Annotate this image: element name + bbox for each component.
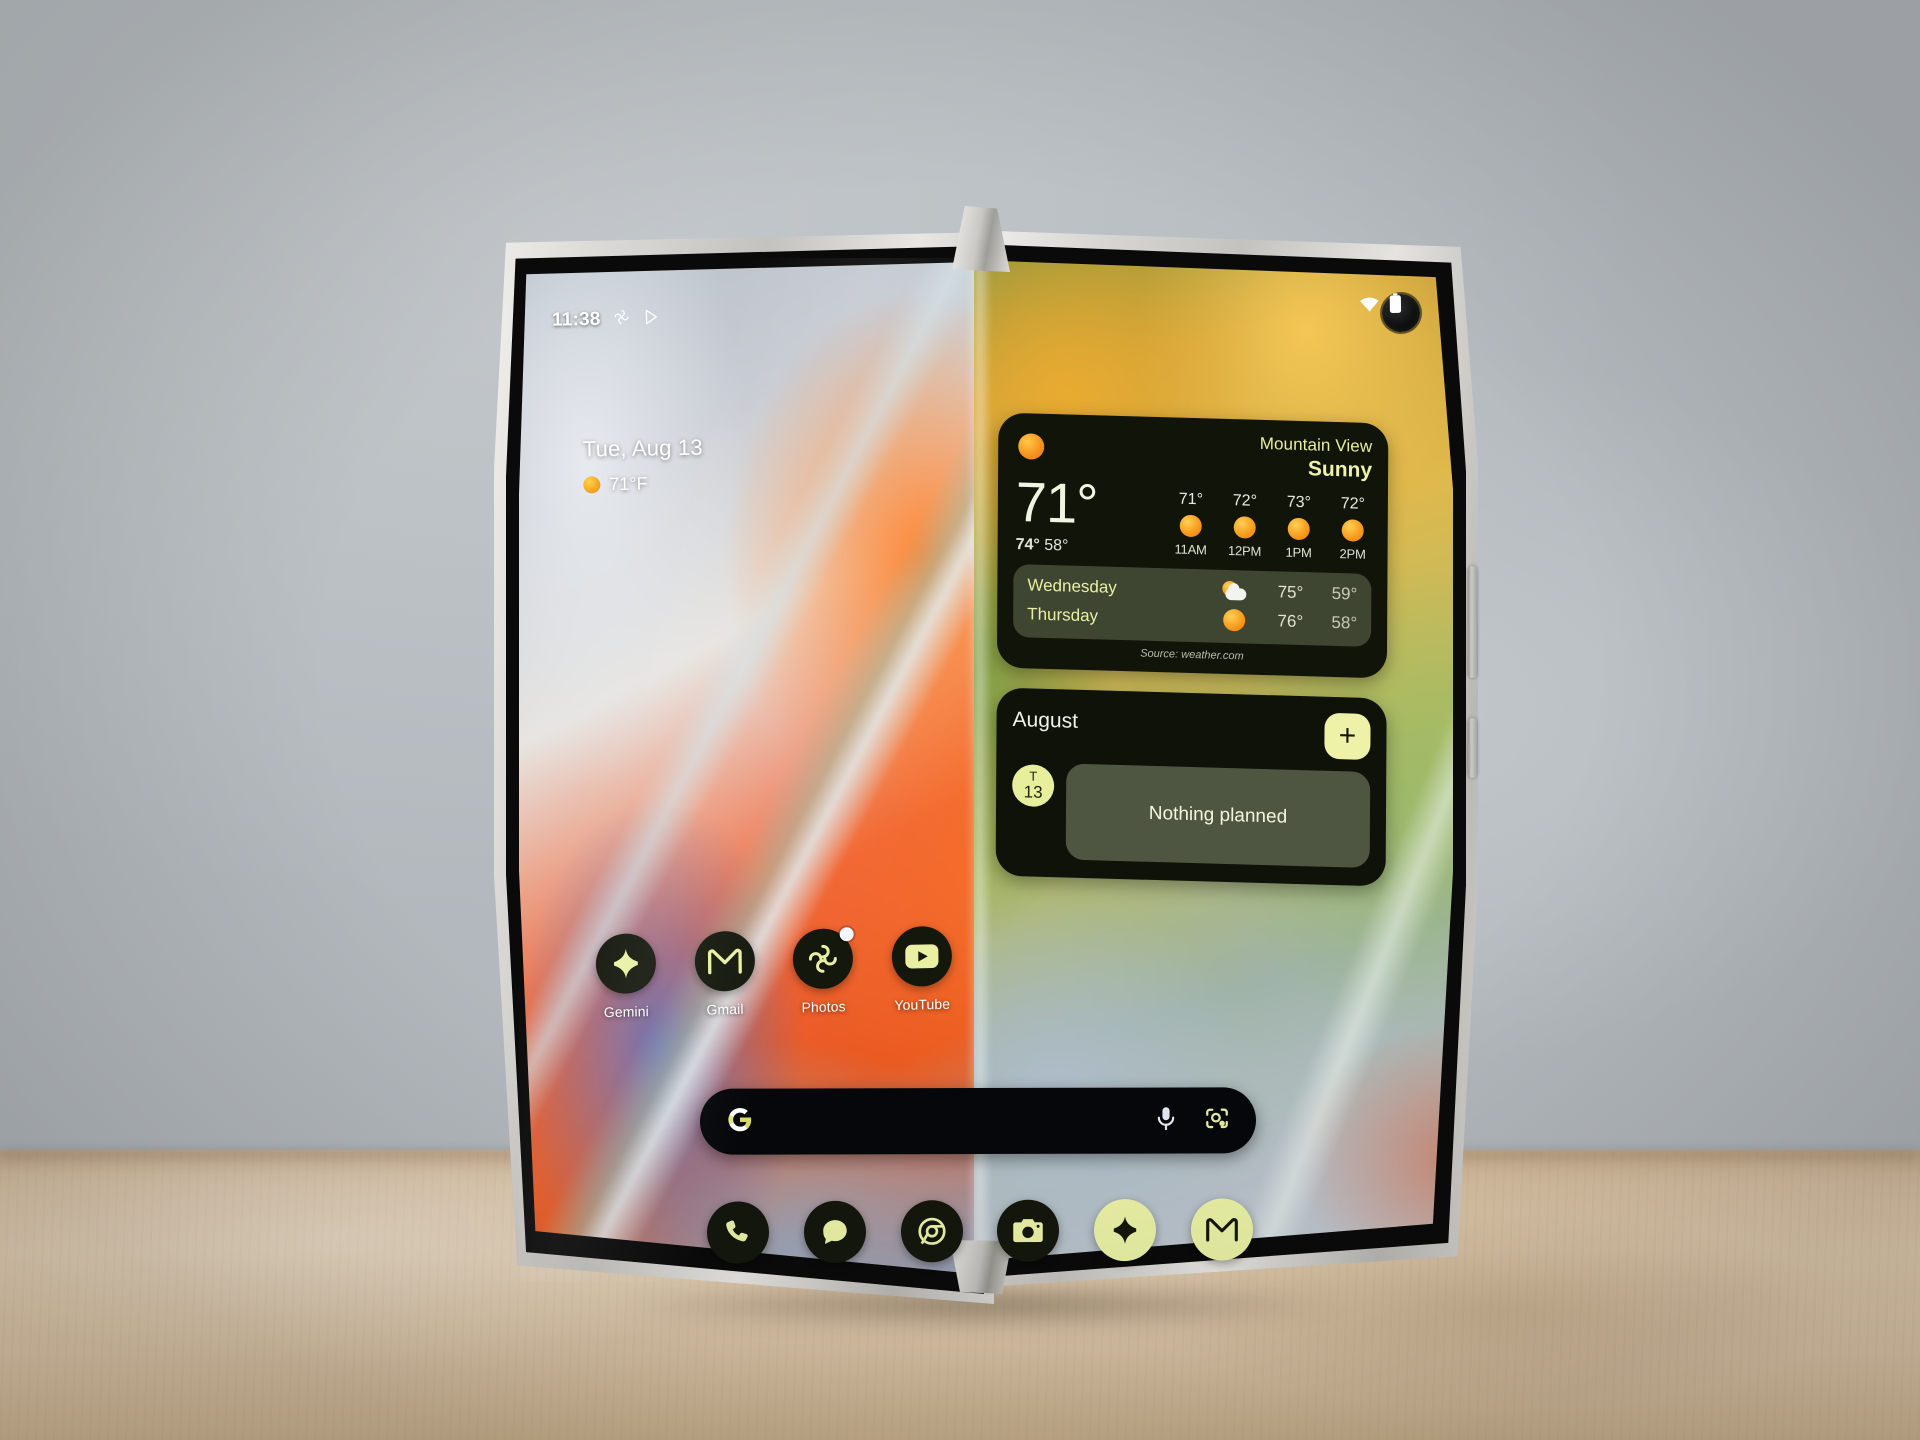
sun-icon: [583, 476, 601, 494]
google-search-bar[interactable]: [700, 1087, 1256, 1155]
volume-button[interactable]: [1468, 566, 1477, 678]
wifi-icon: [1359, 295, 1380, 317]
sun-icon: [1341, 519, 1364, 542]
hourly-label: 2PM: [1339, 545, 1366, 562]
play-store-icon: [641, 307, 659, 330]
calendar-empty-state[interactable]: Nothing planned: [1065, 763, 1371, 868]
weather-high: 74°: [1015, 535, 1040, 554]
hinge-top: [952, 206, 1010, 272]
glance-date: Tue, Aug 13: [582, 434, 703, 462]
photos-icon[interactable]: [792, 927, 855, 990]
hourly-forecast-item: 72° 12PM: [1218, 492, 1272, 560]
calendar-widget[interactable]: August + T 13 Nothing planned: [995, 687, 1387, 887]
hourly-temp: 72°: [1340, 495, 1366, 513]
hourly-label: 12PM: [1227, 542, 1262, 559]
calendar-month: August: [1012, 707, 1079, 733]
messages-icon[interactable]: [803, 1200, 866, 1264]
battery-icon: [1389, 293, 1402, 319]
app-label: Gmail: [706, 1000, 744, 1018]
photo-scene: 11:38 Tue, Aug 13 71°F Mountain View Sun…: [0, 0, 1920, 1440]
daily-high: 76°: [1277, 611, 1304, 631]
gmail-icon[interactable]: [694, 930, 755, 992]
chrome-icon[interactable]: [900, 1200, 963, 1263]
gemini-icon[interactable]: [1093, 1198, 1156, 1262]
hourly-forecast-item: 71° 11AM: [1164, 490, 1218, 558]
daily-low: 58°: [1331, 612, 1358, 633]
sun-icon: [1179, 514, 1202, 538]
app-label: Gemini: [603, 1003, 649, 1021]
glance-temperature: 71°F: [609, 473, 648, 495]
youtube-icon[interactable]: [891, 925, 953, 988]
daily-low: 59°: [1331, 583, 1358, 604]
sun-icon: [1219, 608, 1249, 632]
microphone-icon[interactable]: [1154, 1105, 1178, 1136]
weather-low: 58°: [1044, 536, 1069, 555]
gmail-icon[interactable]: [1190, 1198, 1253, 1261]
status-bar-clock: 11:38: [551, 308, 601, 331]
camera-icon[interactable]: [997, 1199, 1060, 1262]
app-photos[interactable]: Photos: [783, 927, 864, 1016]
app-icon-row: Gemini Gmail Photos YouTube: [586, 925, 963, 1020]
calendar-day-chip[interactable]: T 13: [1012, 763, 1055, 808]
daily-day-name: Thursday: [1027, 604, 1099, 626]
hourly-label: 1PM: [1285, 544, 1312, 561]
sun-icon: [1018, 433, 1045, 460]
weather-condition: Sunny: [1307, 457, 1373, 483]
notification-badge: [839, 927, 855, 942]
weather-widget[interactable]: Mountain View Sunny 71° 74° 58° 71° 11AM…: [996, 412, 1389, 679]
photos-icon: [611, 307, 630, 331]
gemini-icon[interactable]: [595, 932, 657, 995]
weather-source: Source: weather.com: [1140, 647, 1244, 663]
daily-high: 75°: [1277, 582, 1304, 602]
calendar-day-letter: T: [1029, 768, 1038, 784]
hourly-forecast-item: 72° 2PM: [1326, 495, 1380, 563]
hourly-forecast-list: 71° 11AM 72° 12PM 73° 1PM 72° 2PM: [1164, 490, 1380, 564]
hourly-temp: 71°: [1178, 490, 1204, 509]
app-label: Photos: [801, 998, 846, 1016]
google-g-icon: [726, 1105, 754, 1138]
dock: [690, 1198, 1270, 1264]
sun-icon: [1287, 517, 1310, 541]
app-gemini[interactable]: Gemini: [586, 932, 667, 1021]
hourly-temp: 73°: [1286, 493, 1312, 512]
add-event-button[interactable]: +: [1324, 712, 1371, 760]
sun-behind-cloud-icon: [1219, 580, 1249, 602]
app-label: YouTube: [894, 995, 951, 1014]
weather-city: Mountain View: [1259, 433, 1373, 457]
google-lens-icon[interactable]: [1204, 1105, 1230, 1136]
hourly-label: 11AM: [1174, 541, 1207, 558]
foldable-phone-device: 11:38 Tue, Aug 13 71°F Mountain View Sun…: [0, 0, 1920, 1440]
at-a-glance-widget[interactable]: Tue, Aug 13 71°F: [583, 431, 904, 495]
calendar-day-number: 13: [1023, 782, 1043, 802]
weather-current-temp: 71°: [1015, 470, 1098, 536]
power-button[interactable]: [1468, 718, 1477, 778]
daily-day-name: Wednesday: [1027, 575, 1117, 597]
hourly-temp: 72°: [1232, 491, 1258, 510]
app-youtube[interactable]: YouTube: [882, 925, 963, 1013]
daily-forecast-list: Wednesday 75° 59° Thursday 76° 58°: [1013, 563, 1372, 647]
phone-icon[interactable]: [707, 1201, 770, 1264]
app-gmail[interactable]: Gmail: [684, 930, 765, 1018]
hourly-forecast-item: 73° 1PM: [1272, 493, 1326, 561]
sun-icon: [1233, 516, 1256, 539]
